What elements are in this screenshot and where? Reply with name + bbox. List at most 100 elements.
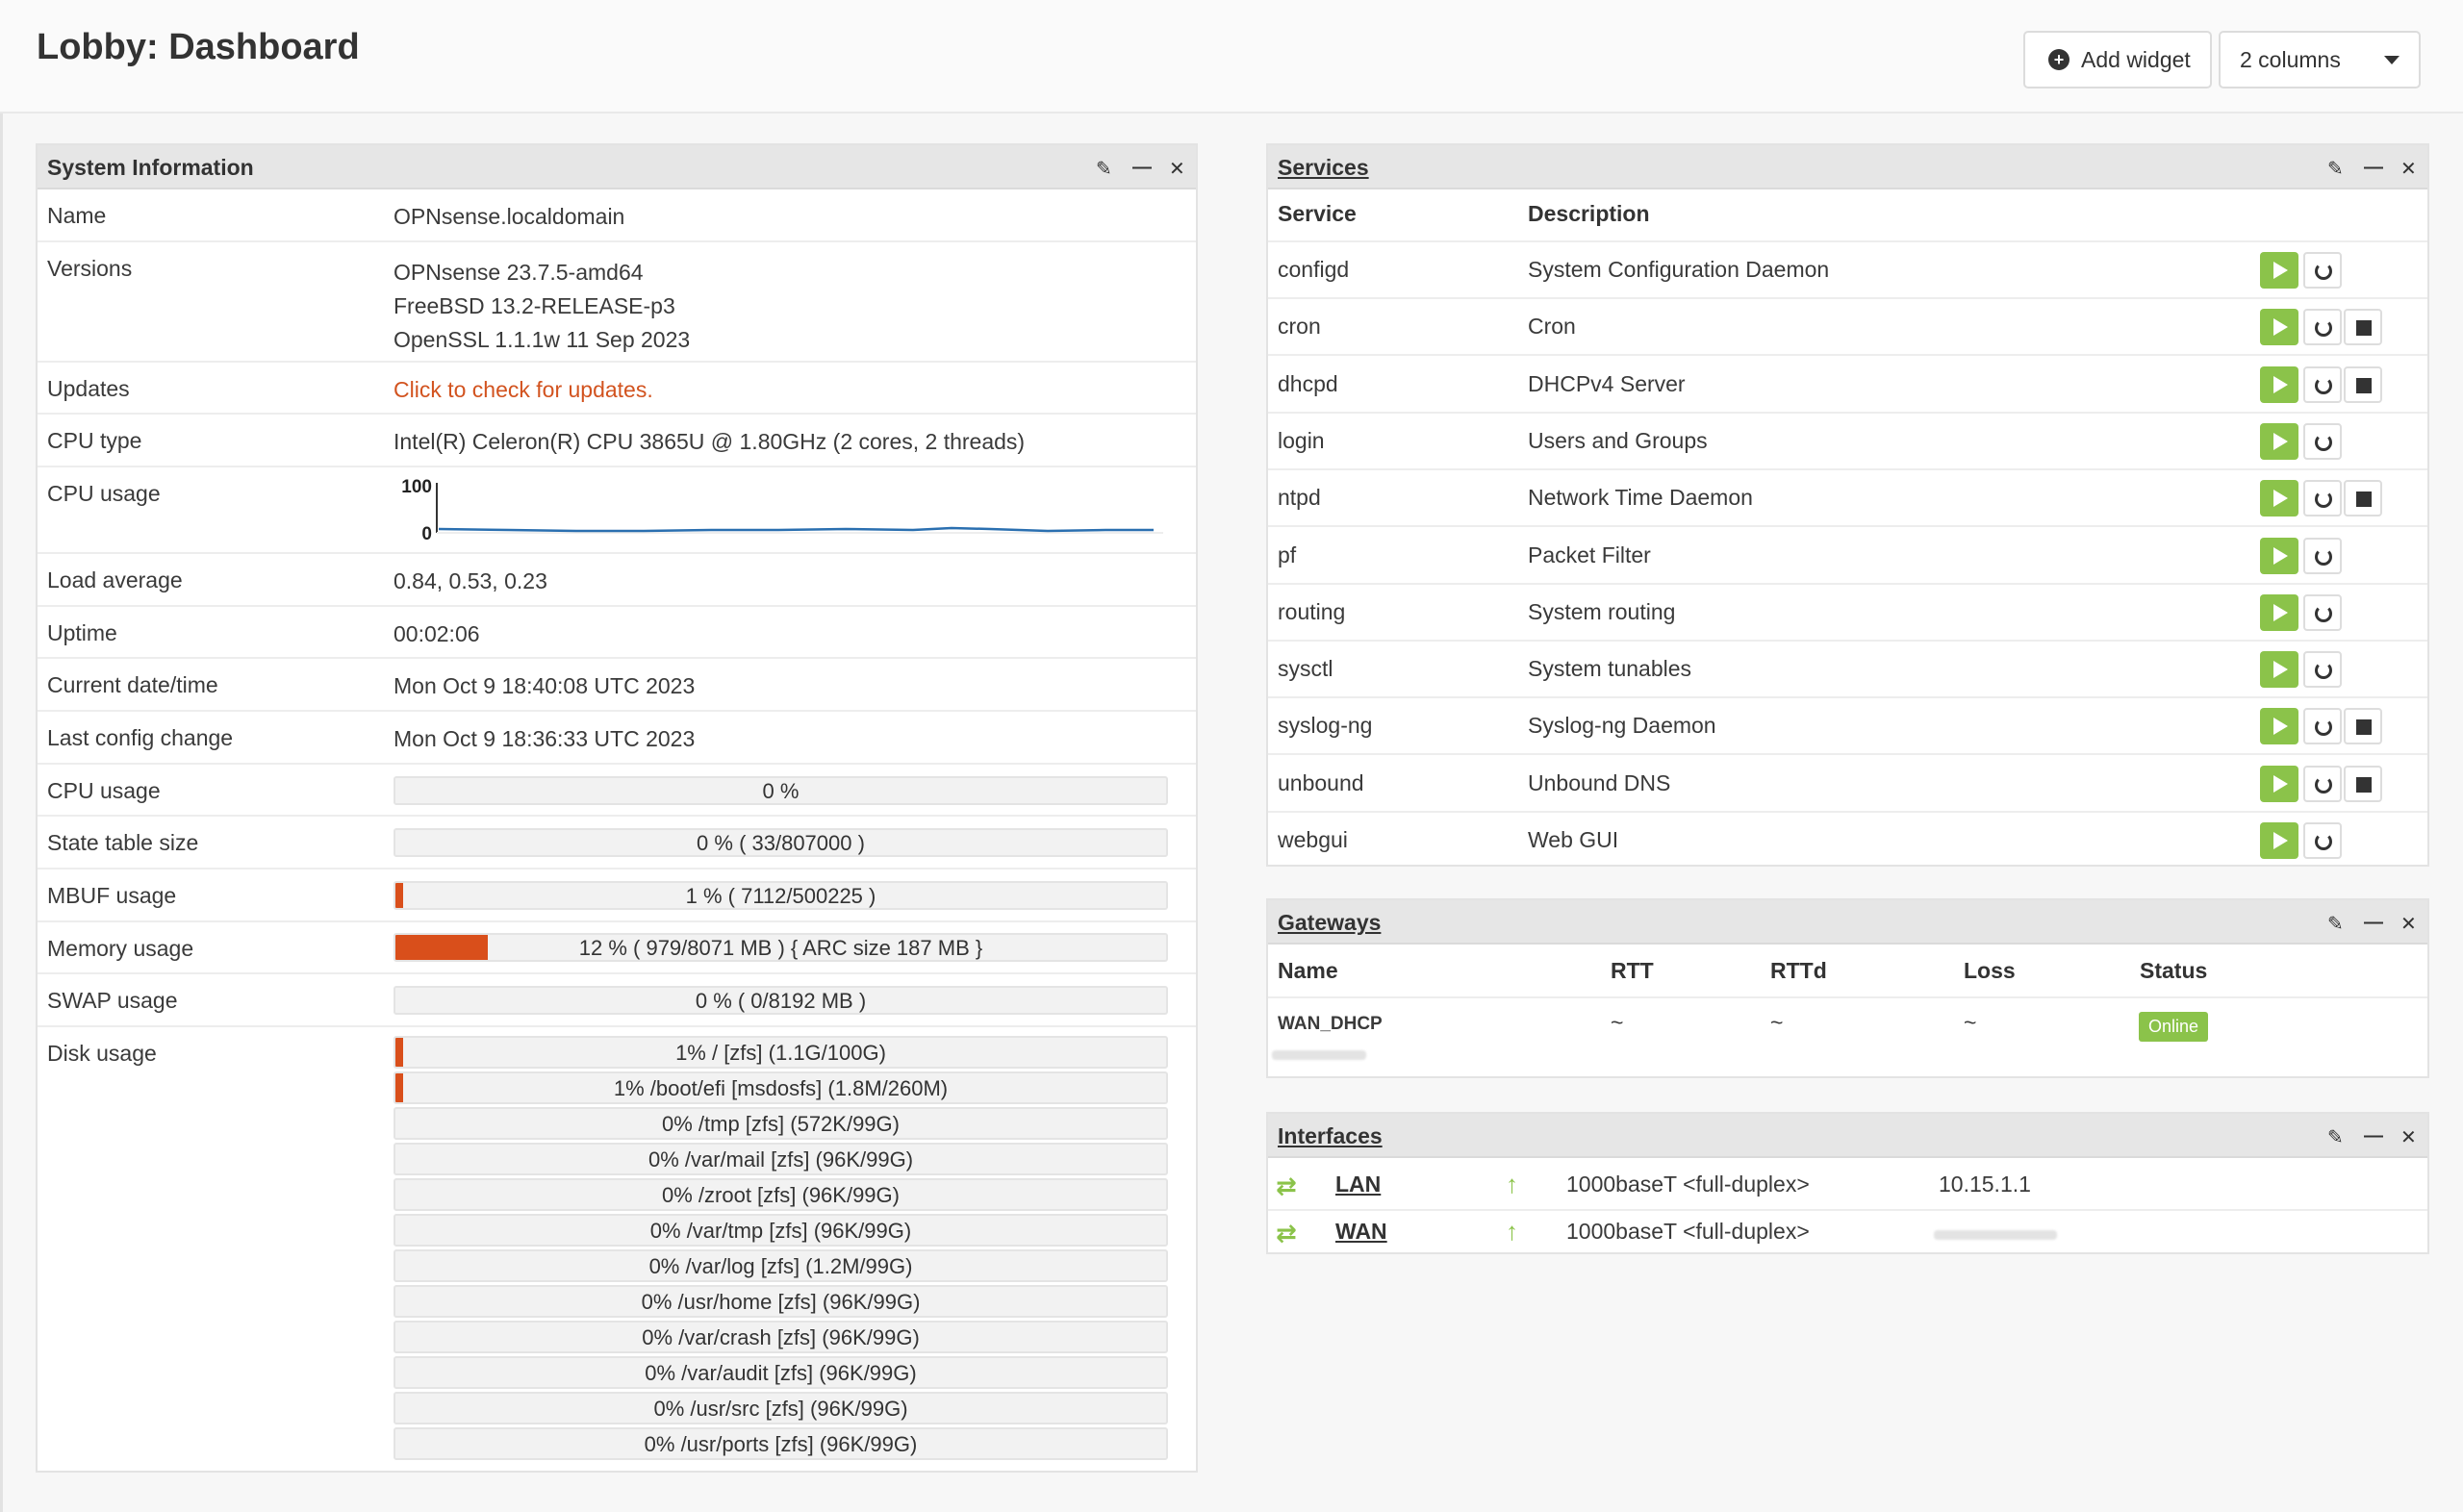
close-icon[interactable]: ✕ [2400,912,2417,936]
arrow-up-icon: ↑ [1506,1170,1518,1198]
play-icon[interactable] [2260,365,2298,403]
play-icon[interactable] [2260,537,2298,574]
play-icon[interactable] [2260,252,2298,289]
widget-title[interactable]: Interfaces [1278,1123,1383,1149]
service-description: Web GUI [1528,827,1619,852]
play-icon[interactable] [2260,651,2298,689]
row-uptime: Uptime 00:02:06 [38,607,1196,659]
pencil-icon[interactable]: ✎ [2327,157,2344,181]
check-updates-link[interactable]: Click to check for updates. [394,376,653,403]
bar-text: 0% /var/audit [zfs] (96K/99G) [645,1361,917,1385]
play-icon[interactable] [2260,422,2298,460]
widget-title[interactable]: Gateways [1278,910,1381,936]
row-label: Versions [47,256,133,281]
table-row: ⇄ LAN ↑ 1000baseT <full-duplex> 10.15.1.… [1268,1158,2427,1211]
play-icon[interactable] [2260,708,2298,745]
restart-icon[interactable] [2303,765,2342,802]
service-name: dhcpd [1278,370,1338,396]
disk-bar: 0% /var/audit [zfs] (96K/99G) [394,1356,1168,1389]
pencil-icon[interactable]: ✎ [2327,912,2344,936]
status-badge: Online [2139,1012,2209,1042]
column-header-service: Service [1278,201,1357,226]
close-icon[interactable]: ✕ [1169,157,1185,181]
service-description: Syslog-ng Daemon [1528,713,1716,739]
restart-icon[interactable] [2303,309,2342,346]
row-label: Name [47,203,107,228]
version-line: OPNsense 23.7.5-amd64 [394,260,644,285]
exchange-icon: ⇄ [1276,1172,1297,1200]
service-name: login [1278,427,1325,453]
play-icon[interactable] [2260,309,2298,346]
row-label: State table size [47,830,199,855]
page-header: Lobby: Dashboard + Add widget 2 columns [0,0,2463,113]
gateway-rtt: ~ [1611,1010,1624,1035]
bar-text: 1 % ( 7112/500225 ) [685,884,876,908]
bar-text: 12 % ( 979/8071 MB ) { ARC size 187 MB } [578,936,983,960]
table-row: dhcpd DHCPv4 Server [1268,357,2427,414]
interface-link[interactable]: LAN [1335,1172,1381,1197]
gateway-rttd: ~ [1770,1010,1784,1035]
row-swap: SWAP usage 0 % ( 0/8192 MB ) [38,974,1196,1027]
disk-bar: 0% /usr/src [zfs] (96K/99G) [394,1392,1168,1424]
disk-bar: 0% /usr/ports [zfs] (96K/99G) [394,1427,1168,1460]
row-value: Mon Oct 9 18:36:33 UTC 2023 [394,726,696,751]
cpu-usage-graph: 100 0 [401,477,1163,544]
restart-icon[interactable] [2303,252,2342,289]
minimize-icon[interactable]: — [2364,912,2383,936]
stop-icon[interactable] [2344,480,2382,517]
bar-text: 0% /var/mail [zfs] (96K/99G) [647,1147,914,1172]
play-icon[interactable] [2260,480,2298,517]
service-name: webgui [1278,827,1348,852]
columns-select[interactable]: 2 columns [2219,31,2421,88]
caret-down-icon [2384,56,2400,64]
interface-ip: 10.15.1.1 [1939,1172,2031,1197]
bar-text: 0 % ( 33/807000 ) [697,831,865,855]
service-name: syslog-ng [1278,713,1373,739]
service-name: sysctl [1278,656,1333,682]
restart-icon[interactable] [2303,708,2342,745]
row-memory: Memory usage 12 % ( 979/8071 MB ) { ARC … [38,922,1196,974]
stop-icon[interactable] [2344,765,2382,802]
service-description: System tunables [1528,656,1692,682]
service-description: Unbound DNS [1528,769,1671,795]
service-description: Packet Filter [1528,542,1651,567]
restart-icon[interactable] [2303,822,2342,859]
row-versions: Versions OPNsense 23.7.5-amd64 FreeBSD 1… [38,242,1196,363]
gateway-name: WAN_DHCP [1278,1014,1383,1034]
pencil-icon[interactable]: ✎ [1096,157,1112,181]
minimize-icon[interactable]: — [1132,157,1152,181]
play-icon[interactable] [2260,593,2298,631]
interface-link[interactable]: WAN [1335,1219,1387,1245]
service-description: System Configuration Daemon [1528,257,1830,282]
widget-title[interactable]: Services [1278,155,1369,181]
restart-icon[interactable] [2303,537,2342,574]
widget-tools: ✎ — ✕ [2327,912,2417,936]
disk-bar: 0% /var/crash [zfs] (96K/99G) [394,1321,1168,1353]
restart-icon[interactable] [2303,651,2342,689]
arrow-up-icon: ↑ [1506,1217,1518,1246]
columns-select-value: 2 columns [2240,46,2341,72]
minimize-icon[interactable]: — [2364,157,2383,181]
stop-icon[interactable] [2344,708,2382,745]
row-value: Mon Oct 9 18:40:08 UTC 2023 [394,673,696,698]
pencil-icon[interactable]: ✎ [2327,1125,2344,1149]
table-row: configd System Configuration Daemon [1268,242,2427,299]
restart-icon[interactable] [2303,593,2342,631]
service-description: Network Time Daemon [1528,485,1753,511]
row-last-config: Last config change Mon Oct 9 18:36:33 UT… [38,712,1196,765]
y-axis-min: 0 [421,524,432,544]
close-icon[interactable]: ✕ [2400,157,2417,181]
minimize-icon[interactable]: — [2364,1125,2383,1149]
column-header-description: Description [1528,201,1650,226]
stop-icon[interactable] [2344,365,2382,403]
disk-bar: 0% /var/log [zfs] (1.2M/99G) [394,1249,1168,1282]
play-icon[interactable] [2260,822,2298,859]
play-icon[interactable] [2260,765,2298,802]
restart-icon[interactable] [2303,365,2342,403]
add-widget-button[interactable]: + Add widget [2023,31,2212,88]
close-icon[interactable]: ✕ [2400,1125,2417,1149]
restart-icon[interactable] [2303,422,2342,460]
stop-icon[interactable] [2344,309,2382,346]
restart-icon[interactable] [2303,480,2342,517]
row-name: Name OPNsense.localdomain [38,189,1196,242]
